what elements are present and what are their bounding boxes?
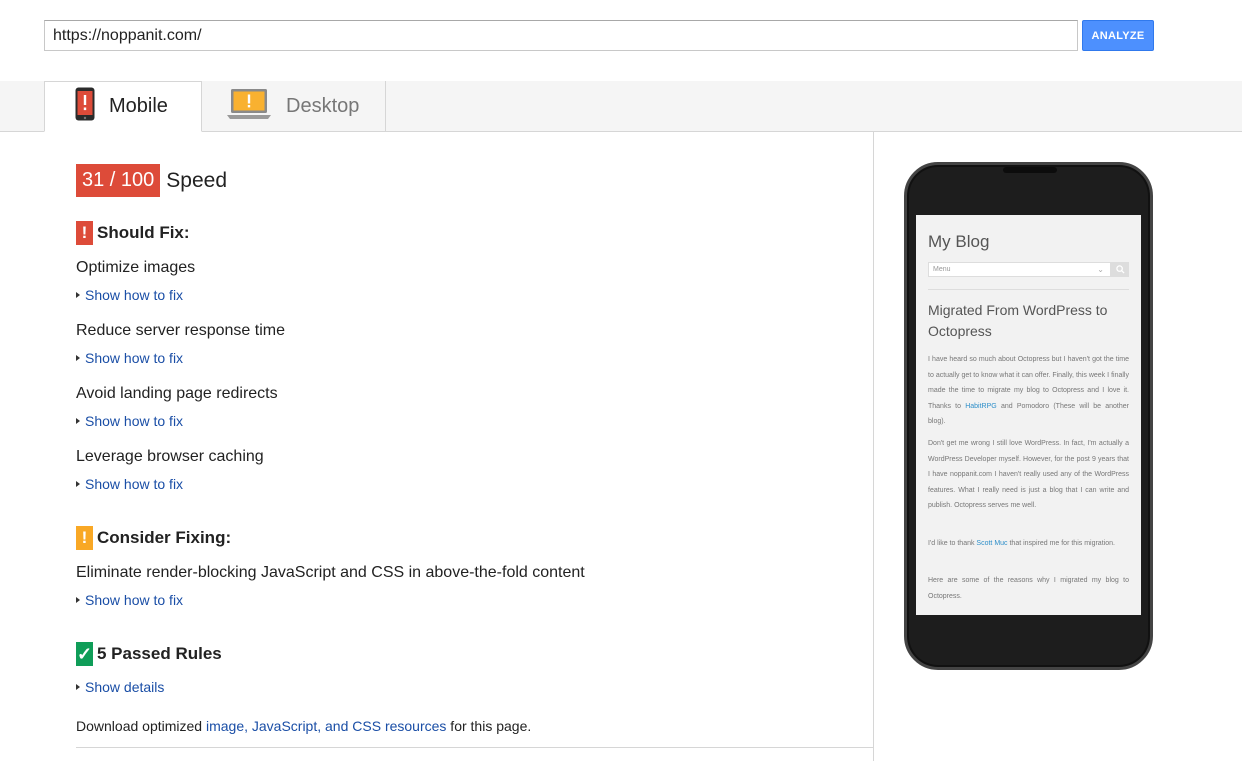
rule-title: Avoid landing page redirects <box>76 385 278 402</box>
show-details-label: Show details <box>85 679 165 695</box>
phone-screen: My Blog Menu ⌄ Migrated From WordPress t… <box>916 215 1141 615</box>
exclamation-icon: ! <box>76 526 93 550</box>
show-details-link[interactable]: Show details <box>76 679 164 695</box>
preview-paragraph: I have heard so much about Octopress but… <box>928 352 1129 430</box>
tab-strip: Mobile Desktop <box>0 81 1242 132</box>
exclamation-icon: ! <box>76 221 93 245</box>
preview-menu-select: Menu ⌄ <box>928 262 1111 277</box>
triangle-right-icon <box>76 597 80 603</box>
triangle-right-icon <box>76 481 80 487</box>
preview-separator <box>928 289 1129 290</box>
preview-text: I'd like to thank <box>928 540 977 547</box>
show-how-to-fix-link[interactable]: Show how to fix <box>76 350 183 366</box>
preview-text: that inspired me for this migration. <box>1007 540 1115 547</box>
rule-title: Reduce server response time <box>76 322 285 339</box>
preview-paragraph: Here are some of the reasons why I migra… <box>928 577 1129 600</box>
rule-title: Optimize images <box>76 259 196 276</box>
url-input[interactable] <box>44 20 1078 51</box>
triangle-right-icon <box>76 418 80 424</box>
rule-link-label: Show how to fix <box>85 350 184 366</box>
column-divider <box>873 132 874 761</box>
show-how-to-fix-link[interactable]: Show how to fix <box>76 476 183 492</box>
mobile-warning-icon <box>75 87 95 126</box>
score-badge: 31 / 100 <box>76 164 161 197</box>
triangle-right-icon <box>76 684 80 690</box>
passed-rules-heading: ✓ 5 Passed Rules <box>76 642 222 666</box>
rule-link-label: Show how to fix <box>85 413 184 429</box>
consider-fixing-title: Consider Fixing: <box>97 528 232 547</box>
download-prefix: Download optimized <box>76 718 206 734</box>
tab-mobile-label: Mobile <box>109 95 168 117</box>
preview-blog-title: My Blog <box>928 232 990 251</box>
preview-paragraph: Don't get me wrong I still love WordPres… <box>928 440 1129 509</box>
tab-desktop-label: Desktop <box>286 95 360 117</box>
download-line: Download optimized image, JavaScript, an… <box>76 718 531 734</box>
show-how-to-fix-link[interactable]: Show how to fix <box>76 287 183 303</box>
search-icon <box>1111 262 1129 277</box>
tab-mobile[interactable]: Mobile <box>44 81 202 132</box>
score-row: 31 / 100 Speed <box>76 164 227 197</box>
preview-link: HabitRPG <box>965 402 997 410</box>
show-how-to-fix-link[interactable]: Show how to fix <box>76 592 183 608</box>
checkmark-icon: ✓ <box>76 642 93 666</box>
passed-rules-title: 5 Passed Rules <box>97 644 222 663</box>
preview-post-title: Migrated From WordPress to Octopress <box>928 302 1108 339</box>
should-fix-title: Should Fix: <box>97 223 190 242</box>
analyze-button[interactable]: ANALYZE <box>1082 20 1154 51</box>
mobile-preview-phone: My Blog Menu ⌄ Migrated From WordPress t… <box>904 162 1153 670</box>
should-fix-heading: ! Should Fix: <box>76 221 190 245</box>
consider-fixing-heading: ! Consider Fixing: <box>76 526 231 550</box>
preview-menu-label: Menu <box>933 266 951 273</box>
chevron-down-icon: ⌄ <box>1097 265 1104 274</box>
rule-link-label: Show how to fix <box>85 592 184 608</box>
bottom-divider <box>76 747 873 748</box>
score-label: Speed <box>166 168 228 192</box>
triangle-right-icon <box>76 292 80 298</box>
download-resources-link[interactable]: image, JavaScript, and CSS resources <box>206 718 446 734</box>
phone-speaker <box>1003 167 1057 173</box>
preview-link: Scott Muc <box>976 540 1008 547</box>
rule-link-label: Show how to fix <box>85 287 184 303</box>
preview-text: I have heard so much about Octopress but… <box>928 356 1129 410</box>
triangle-right-icon <box>76 355 80 361</box>
rule-title: Leverage browser caching <box>76 448 264 465</box>
rule-title: Eliminate render-blocking JavaScript and… <box>76 564 585 581</box>
tab-desktop[interactable]: Desktop <box>202 81 386 132</box>
show-how-to-fix-link[interactable]: Show how to fix <box>76 413 183 429</box>
download-suffix: for this page. <box>446 718 532 734</box>
desktop-warning-icon <box>226 88 272 125</box>
preview-paragraph: I'd like to thank Scott Muc that inspire… <box>928 536 1129 552</box>
rule-link-label: Show how to fix <box>85 476 184 492</box>
